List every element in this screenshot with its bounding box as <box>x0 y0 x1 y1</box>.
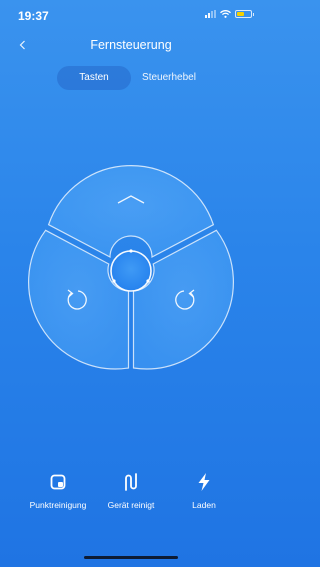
center-dot-right <box>146 279 150 283</box>
edge-clean-button[interactable]: Gerät reinigt <box>97 470 165 510</box>
rotate-right-button[interactable] <box>132 229 234 370</box>
edge-clean-label: Gerät reinigt <box>107 500 155 510</box>
spot-clean-label: Punktreinigung <box>29 500 87 510</box>
center-button[interactable] <box>110 250 152 292</box>
charge-label: Laden <box>192 500 216 510</box>
home-indicator[interactable] <box>84 556 178 559</box>
bottom-actions: Punktreinigung Gerät reinigt Laden <box>0 470 262 520</box>
forward-button[interactable] <box>47 165 215 258</box>
center-dot-top <box>129 249 133 253</box>
lightning-icon <box>198 473 210 491</box>
spot-clean-icon <box>50 474 66 490</box>
charge-button[interactable]: Laden <box>178 470 230 510</box>
edge-clean-icon <box>125 473 137 491</box>
spot-clean-button[interactable]: Punktreinigung <box>20 470 96 510</box>
rotate-left-button[interactable] <box>28 229 130 370</box>
center-dot-left <box>112 279 116 283</box>
